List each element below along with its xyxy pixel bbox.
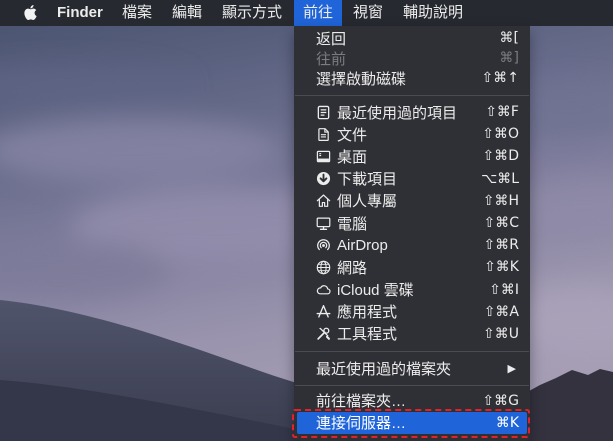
menu-item-shortcut: ⇧⌘U	[483, 325, 519, 342]
menu-item-shortcut: ⇧⌘A	[483, 303, 519, 320]
menu-item-shortcut: ⇧⌘I	[489, 281, 519, 298]
menu-item-shortcut: ⇧⌘D	[482, 148, 519, 165]
airdrop-icon	[316, 238, 331, 253]
menu-item-network[interactable]: 網路 ⇧⌘K	[294, 256, 530, 278]
menu-item-label: 選擇啟動磁碟	[316, 70, 407, 88]
menu-item-label: 文件	[337, 126, 368, 144]
menubar-edit[interactable]: 編輯	[172, 0, 202, 26]
menu-item-connect-to-server[interactable]: 連接伺服器… ⌘K	[297, 411, 527, 434]
menu-item-label: iCloud 雲碟	[337, 282, 414, 300]
menu-item-label: 應用程式	[337, 304, 398, 322]
menu-item-shortcut: ⇧⌘G	[482, 392, 519, 409]
menubar-view[interactable]: 顯示方式	[222, 0, 282, 26]
menu-item-shortcut: ⇧⌘H	[482, 192, 519, 209]
menu-item-utilities[interactable]: 工具程式 ⇧⌘U	[294, 323, 530, 345]
menu-separator	[294, 345, 530, 358]
menubar-file[interactable]: 檔案	[122, 0, 152, 26]
menu-item-airdrop[interactable]: AirDrop ⇧⌘R	[294, 234, 530, 256]
menu-item-shortcut: ⌘[	[499, 30, 519, 46]
downloads-icon	[316, 171, 331, 186]
menu-item-shortcut: ⇧⌘O	[482, 126, 519, 143]
menu-item-go-to-folder[interactable]: 前往檔案夾… ⇧⌘G	[294, 390, 530, 412]
submenu-arrow-icon: ▶	[507, 362, 516, 376]
menu-item-recent-folders[interactable]: 最近使用過的檔案夾 ▶	[294, 358, 530, 380]
menu-item-label: 前往檔案夾…	[316, 393, 407, 411]
menu-item-label: 連接伺服器…	[316, 415, 407, 433]
home-icon	[316, 193, 331, 208]
menu-item-home[interactable]: 個人專屬 ⇧⌘H	[294, 190, 530, 212]
menu-item-recents[interactable]: 最近使用過的項目 ⇧⌘F	[294, 101, 530, 123]
menu-item-startup-disk[interactable]: 選擇啟動磁碟 ⇧⌘↑	[294, 68, 530, 88]
utilities-icon	[316, 326, 331, 341]
desktop-icon	[316, 149, 331, 164]
computer-icon	[316, 216, 331, 231]
menu-item-shortcut: ⇧⌘↑	[481, 70, 519, 86]
menu-item-downloads[interactable]: 下載項目 ⌥⌘L	[294, 168, 530, 190]
menu-item-applications[interactable]: 應用程式 ⇧⌘A	[294, 301, 530, 323]
menubar-finder[interactable]: Finder	[57, 0, 103, 26]
menubar-window[interactable]: 視窗	[353, 0, 383, 26]
menu-bar: Finder 檔案 編輯 顯示方式 前往 視窗 輔助說明	[0, 0, 613, 26]
menu-item-shortcut: ⇧⌘C	[483, 215, 519, 232]
menu-item-documents[interactable]: 文件 ⇧⌘O	[294, 123, 530, 145]
menubar-help[interactable]: 輔助說明	[403, 0, 463, 26]
menu-item-label: 桌面	[337, 148, 368, 166]
menu-item-shortcut: ⇧⌘R	[483, 237, 519, 254]
documents-icon	[316, 127, 331, 142]
menu-item-label: 往前	[316, 50, 347, 68]
menu-separator	[294, 88, 530, 101]
menu-item-label: 下載項目	[337, 171, 398, 189]
menu-item-label: 最近使用過的檔案夾	[316, 361, 452, 379]
menu-item-icloud-drive[interactable]: iCloud 雲碟 ⇧⌘I	[294, 279, 530, 301]
menu-item-shortcut: ⌘]	[499, 50, 519, 66]
menu-item-label: AirDrop	[337, 236, 388, 254]
menu-item-forward: 往前 ⌘]	[294, 48, 530, 68]
go-menu: 返回 ⌘[ 往前 ⌘] 選擇啟動磁碟 ⇧⌘↑ 最近使用過的項目 ⇧⌘F 文件 ⇧…	[294, 26, 530, 441]
recents-icon	[316, 105, 331, 120]
menu-item-shortcut: ⌘K	[495, 414, 519, 431]
menu-item-label: 最近使用過的項目	[337, 104, 458, 122]
menu-item-computer[interactable]: 電腦 ⇧⌘C	[294, 212, 530, 234]
applications-icon	[316, 304, 331, 319]
menu-item-back[interactable]: 返回 ⌘[	[294, 28, 530, 48]
menu-item-label: 個人專屬	[337, 193, 398, 211]
menu-item-shortcut: ⌥⌘L	[481, 170, 519, 187]
menu-separator	[294, 380, 530, 390]
menu-item-label: 工具程式	[337, 326, 398, 344]
apple-icon[interactable]	[23, 4, 38, 21]
menu-item-shortcut: ⇧⌘F	[485, 104, 519, 121]
menu-item-label: 電腦	[337, 215, 368, 233]
menu-item-desktop[interactable]: 桌面 ⇧⌘D	[294, 145, 530, 167]
desktop: Finder 檔案 編輯 顯示方式 前往 視窗 輔助說明 返回 ⌘[ 往前 ⌘]…	[0, 0, 613, 441]
menu-item-shortcut: ⇧⌘K	[484, 259, 519, 276]
menu-item-label: 網路	[337, 259, 368, 277]
menu-item-label: 返回	[316, 30, 347, 48]
menubar-go[interactable]: 前往	[294, 0, 342, 26]
network-icon	[316, 260, 331, 275]
icloud-icon	[316, 282, 331, 297]
